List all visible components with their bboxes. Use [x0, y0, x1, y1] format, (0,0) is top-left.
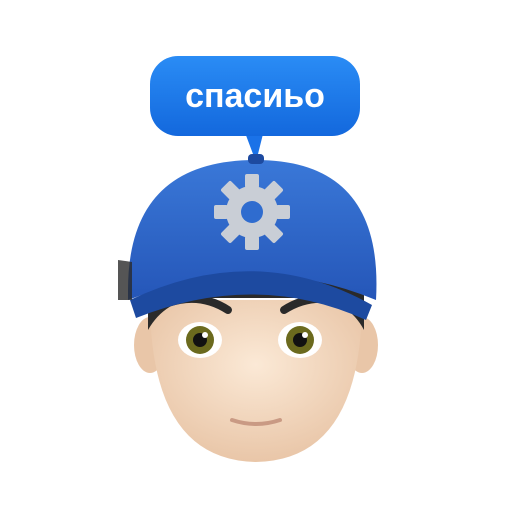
speech-bubble-text: спасиьо — [185, 76, 325, 115]
gear-icon — [214, 174, 290, 250]
face — [150, 300, 362, 462]
sticker: спасиьо — [0, 0, 512, 512]
right-eye — [278, 322, 322, 358]
left-eye — [178, 322, 222, 358]
